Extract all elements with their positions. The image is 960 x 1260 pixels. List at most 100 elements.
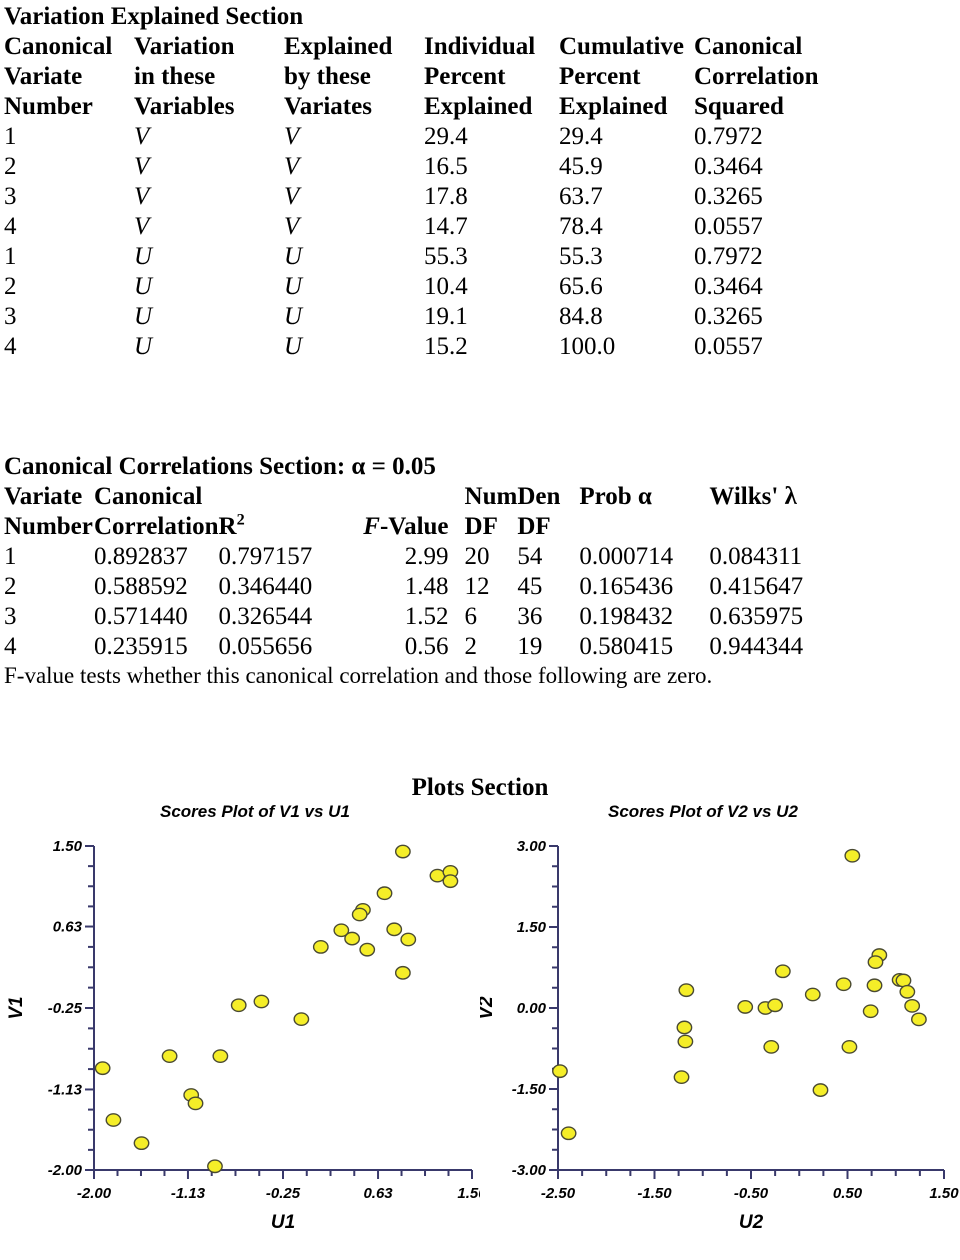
cell-cumulative-pct: 65.6 xyxy=(559,273,603,300)
cell-individual-pct: 10.4 xyxy=(424,273,468,300)
cell-f-value: 2.99 xyxy=(404,543,449,570)
corr-header-row: Number Correlation R2 F-Value DF DF xyxy=(4,512,849,542)
table-row: 2 U U 10.4 65.6 0.3464 xyxy=(4,272,864,302)
cell-individual-pct: 14.7 xyxy=(424,213,468,240)
svg-text:0.00: 0.00 xyxy=(517,1000,547,1017)
table-row: 1 V V 29.4 29.4 0.7972 xyxy=(4,122,864,152)
header-cell xyxy=(579,512,709,542)
cell-cumulative-pct: 78.4 xyxy=(559,213,603,240)
cell-wilks-lambda: 0.415647 xyxy=(709,573,804,600)
cell-num-df: 2 xyxy=(464,633,478,660)
cell-wilks-lambda: 0.944344 xyxy=(709,633,804,660)
header-cell: by these xyxy=(284,63,371,90)
svg-text:-1.13: -1.13 xyxy=(48,1081,83,1098)
cell-individual-pct: 55.3 xyxy=(424,243,468,270)
cell-variate-number: 3 xyxy=(4,603,17,630)
cell-individual-pct: 19.1 xyxy=(424,303,468,330)
cell-cumulative-pct: 29.4 xyxy=(559,123,603,150)
header-cell: in these xyxy=(134,63,216,90)
cell-corr-squared: 0.0557 xyxy=(694,213,763,240)
svg-text:3.00: 3.00 xyxy=(517,838,547,855)
svg-text:U2: U2 xyxy=(739,1212,764,1232)
cell-cumulative-pct: 100.0 xyxy=(559,333,616,360)
plot-right-area: -2.50 -1.50 -0.50 0.50 1.50 -3.00 -1.50 0.00 1.5… xyxy=(480,832,960,1232)
svg-text:-1.50: -1.50 xyxy=(512,1081,547,1098)
header-cell xyxy=(709,512,849,542)
plots-section: Plots Section Scores Plot of V1 vs U1 -2… xyxy=(0,762,960,1232)
cell-variate-number: 4 xyxy=(4,333,17,360)
variation-header-row: Variate in these by these Percent Percen… xyxy=(4,62,864,92)
variation-header-row: Canonical Variation Explained Individual… xyxy=(4,32,864,62)
svg-text:-0.25: -0.25 xyxy=(266,1185,301,1202)
f-value-footnote: F-value tests whether this canonical cor… xyxy=(4,663,713,688)
header-cell: Number xyxy=(4,513,93,540)
cell-f-value: 0.56 xyxy=(404,633,449,660)
corr-table-head: Variate Canonical Num Den Prob α Wilks' … xyxy=(4,482,849,542)
header-cell: Variate xyxy=(4,63,83,90)
plots-section-heading: Plots Section xyxy=(411,774,549,801)
header-cell: Percent xyxy=(424,63,506,90)
variation-table-head: Canonical Variation Explained Individual… xyxy=(4,32,864,122)
cell-variates: U xyxy=(284,303,303,330)
cell-canonical-correlation: 0.892837 xyxy=(94,543,188,570)
cell-f-value: 1.48 xyxy=(404,573,449,600)
header-cell: Canonical xyxy=(694,33,803,60)
cell-corr-squared: 0.3464 xyxy=(694,273,763,300)
svg-text:-3.00: -3.00 xyxy=(512,1162,547,1179)
cell-num-df: 20 xyxy=(464,543,490,570)
cell-corr-squared: 0.0557 xyxy=(694,333,763,360)
svg-text:1.50: 1.50 xyxy=(517,919,547,936)
header-cell xyxy=(347,482,465,512)
cell-variates: V xyxy=(284,123,300,150)
svg-text:-1.50: -1.50 xyxy=(637,1185,672,1202)
cell-variates: U xyxy=(284,243,303,270)
cell-variate-number: 4 xyxy=(4,633,17,660)
table-row: 3 V V 17.8 63.7 0.3265 xyxy=(4,182,864,212)
cell-variables: V xyxy=(134,123,150,150)
svg-text:-2.00: -2.00 xyxy=(48,1162,83,1179)
header-cell: Wilks' λ xyxy=(709,483,797,510)
correlations-section-title: Canonical Correlations Section: α = 0.05 xyxy=(4,453,436,480)
header-cell: Explained xyxy=(424,93,533,120)
svg-text:0.50: 0.50 xyxy=(833,1185,863,1202)
table-row: 4 0.235915 0.055656 0.56 2 19 0.580415 0… xyxy=(4,632,849,662)
header-cell: Correlation xyxy=(94,513,219,540)
cell-variables: U xyxy=(134,273,153,300)
cell-variables: U xyxy=(134,303,153,330)
cell-variates: U xyxy=(284,273,303,300)
cell-corr-squared: 0.3464 xyxy=(694,153,763,180)
header-cell: Explained xyxy=(284,33,393,60)
cell-wilks-lambda: 0.635975 xyxy=(709,603,804,630)
cell-prob-alpha: 0.580415 xyxy=(579,633,674,660)
table-row: 1 0.892837 0.797157 2.99 20 54 0.000714 … xyxy=(4,542,849,572)
cell-variate-number: 1 xyxy=(4,243,17,270)
cell-variates: U xyxy=(284,333,303,360)
cell-cumulative-pct: 55.3 xyxy=(559,243,603,270)
header-cell: Number xyxy=(4,93,93,120)
cell-individual-pct: 29.4 xyxy=(424,123,468,150)
table-row: 4 U U 15.2 100.0 0.0557 xyxy=(4,332,864,362)
cell-den-df: 45 xyxy=(517,573,543,600)
cell-variate-number: 2 xyxy=(4,153,17,180)
header-cell: Den xyxy=(517,483,561,510)
cell-individual-pct: 16.5 xyxy=(424,153,468,180)
header-cell-f-value: F-Value xyxy=(363,513,449,540)
cell-variables: V xyxy=(134,183,150,210)
plot-left-title: Scores Plot of V1 vs U1 xyxy=(160,802,350,821)
corr-header-row: Variate Canonical Num Den Prob α Wilks' … xyxy=(4,482,849,512)
header-cell: Squared xyxy=(694,93,784,120)
cell-r-squared: 0.326544 xyxy=(218,603,313,630)
variation-table-body: 1 V V 29.4 29.4 0.7972 2 V V 16.5 45.9 0… xyxy=(4,122,864,362)
plot-left-svg: -2.00 -1.13 -0.25 0.63 1.50 -2.00 -1.13 -0.25 0.… xyxy=(6,838,480,1232)
cell-prob-alpha: 0.165436 xyxy=(579,573,674,600)
cell-variables: V xyxy=(134,153,150,180)
cell-r-squared: 0.346440 xyxy=(218,573,313,600)
table-row: 1 U U 55.3 55.3 0.7972 xyxy=(4,242,864,272)
svg-text:V2: V2 xyxy=(480,996,497,1020)
svg-text:U1: U1 xyxy=(271,1212,295,1232)
cell-r-squared: 0.055656 xyxy=(218,633,313,660)
cell-cumulative-pct: 45.9 xyxy=(559,153,603,180)
plots-row: Scores Plot of V1 vs U1 -2.00 -1.13 -0.25 0… xyxy=(0,802,960,1232)
cell-variates: V xyxy=(284,153,300,180)
cell-f-value: 1.52 xyxy=(404,603,449,630)
